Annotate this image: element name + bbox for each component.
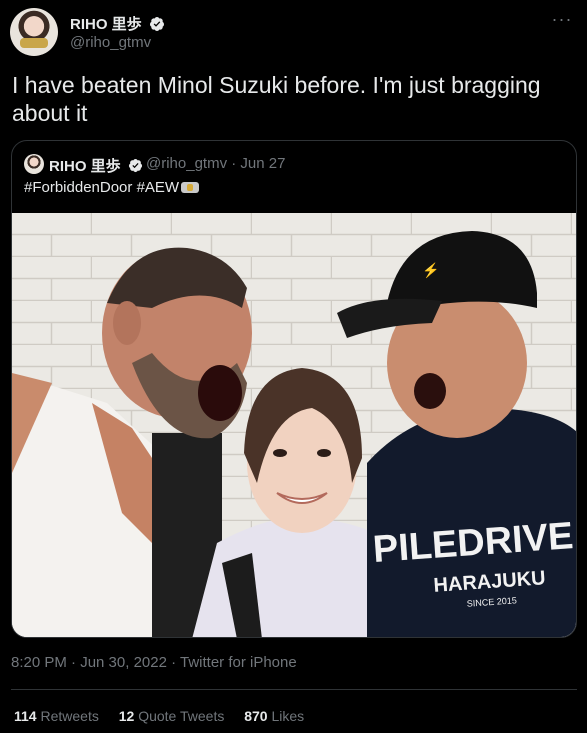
retweets-label: Retweets [40, 708, 99, 724]
quote-tweets-stat[interactable]: 12 Quote Tweets [119, 708, 225, 724]
verified-badge-icon [149, 17, 164, 31]
quoted-tweet-card[interactable]: RIHO 里歩 @riho_gtmv · Jun 27 #ForbiddenDo… [11, 140, 577, 638]
tweet-stats: 114 Retweets 12 Quote Tweets 870 Likes [14, 708, 320, 724]
avatar-belt [20, 38, 48, 48]
quoted-tweet-photo[interactable]: ⚡ PILEDRIVE HARAJUKU SINCE 2015 [12, 213, 576, 637]
quoted-author-handle-date: @riho_gtmv · Jun 27 [146, 155, 285, 172]
author-display-name[interactable]: RIHO 里歩 [70, 16, 142, 33]
quoted-tweet-text-row: #ForbiddenDoor #AEW [24, 179, 200, 196]
more-options-icon[interactable]: ··· [549, 10, 575, 32]
divider-top [11, 689, 577, 690]
retweets-count: 114 [14, 708, 37, 724]
tweet-header: RIHO 里歩 @riho_gtmv ··· [10, 8, 577, 58]
quoted-author-avatar [24, 154, 44, 174]
quoted-author-name-row: RIHO 里歩 [49, 155, 143, 176]
quoted-author-display-name: RIHO 里歩 [49, 158, 121, 175]
likes-stat[interactable]: 870 Likes [244, 708, 304, 724]
verified-badge-icon [128, 158, 142, 173]
likes-label: Likes [271, 708, 305, 724]
likes-count: 870 [244, 708, 268, 724]
championship-belt-icon [181, 182, 200, 193]
author-avatar[interactable] [10, 8, 58, 56]
cap-logo: ⚡ [422, 262, 439, 279]
photo-illustration: ⚡ PILEDRIVE HARAJUKU SINCE 2015 [12, 213, 576, 637]
tweet-timestamp[interactable]: 8:20 PM · Jun 30, 2022 · Twitter for iPh… [11, 654, 297, 671]
retweets-stat[interactable]: 114 Retweets [14, 708, 99, 724]
quote-tweets-count: 12 [118, 708, 135, 724]
tweet-text: I have beaten Minol Suzuki before. I'm j… [12, 72, 541, 126]
quoted-author-handle: @riho_gtmv [146, 155, 228, 172]
quoted-tweet-hashtags[interactable]: #ForbiddenDoor #AEW [24, 179, 179, 196]
quote-tweets-label: Quote Tweets [138, 708, 225, 724]
author-handle[interactable]: @riho_gtmv [70, 34, 151, 51]
quoted-tweet-date: · Jun 27 [231, 155, 286, 172]
author-name-row[interactable]: RIHO 里歩 [70, 13, 165, 34]
